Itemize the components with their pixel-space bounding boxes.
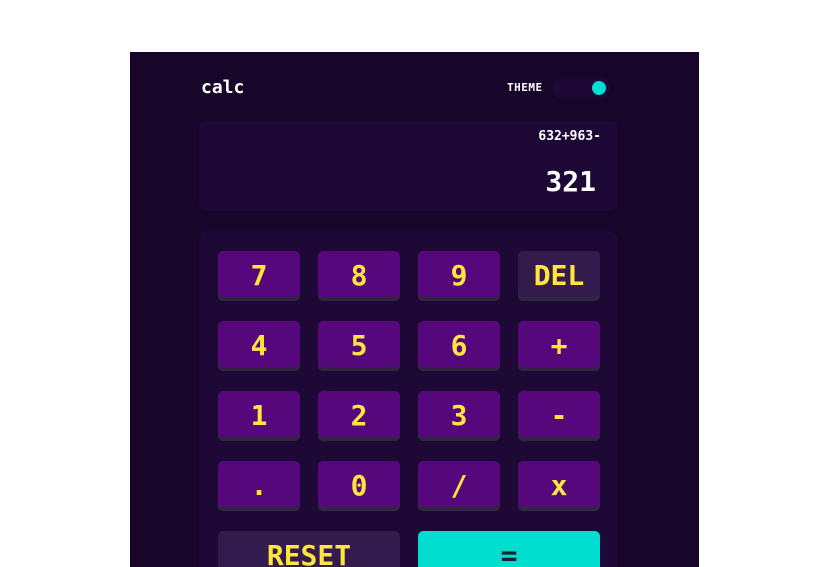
app-title: calc bbox=[201, 77, 245, 98]
multiply-button[interactable]: x bbox=[518, 461, 600, 511]
key-0[interactable]: 0 bbox=[318, 461, 400, 511]
minus-button[interactable]: - bbox=[518, 391, 600, 441]
keypad: 7 8 9 DEL 4 5 6 + 1 2 3 - . 0 / x RESET … bbox=[199, 231, 618, 567]
equals-button[interactable]: = bbox=[418, 531, 600, 567]
key-4[interactable]: 4 bbox=[218, 321, 300, 371]
expression-text: 632+963- bbox=[538, 129, 601, 144]
key-3[interactable]: 3 bbox=[418, 391, 500, 441]
key-1[interactable]: 1 bbox=[218, 391, 300, 441]
reset-button[interactable]: RESET bbox=[218, 531, 400, 567]
theme-label: THEME bbox=[507, 81, 543, 94]
plus-button[interactable]: + bbox=[518, 321, 600, 371]
delete-button[interactable]: DEL bbox=[518, 251, 600, 301]
theme-toggle[interactable] bbox=[552, 78, 610, 98]
key-8[interactable]: 8 bbox=[318, 251, 400, 301]
key-9[interactable]: 9 bbox=[418, 251, 500, 301]
result-text: 321 bbox=[545, 165, 596, 198]
key-2[interactable]: 2 bbox=[318, 391, 400, 441]
decimal-button[interactable]: . bbox=[218, 461, 300, 511]
display-screen: 632+963- 321 bbox=[199, 121, 618, 211]
calculator-app: calc THEME 632+963- 321 7 8 9 DEL 4 5 6 … bbox=[130, 52, 699, 567]
header: calc THEME bbox=[201, 76, 611, 100]
key-7[interactable]: 7 bbox=[218, 251, 300, 301]
key-6[interactable]: 6 bbox=[418, 321, 500, 371]
divide-button[interactable]: / bbox=[418, 461, 500, 511]
theme-toggle-knob[interactable] bbox=[592, 81, 606, 95]
key-5[interactable]: 5 bbox=[318, 321, 400, 371]
